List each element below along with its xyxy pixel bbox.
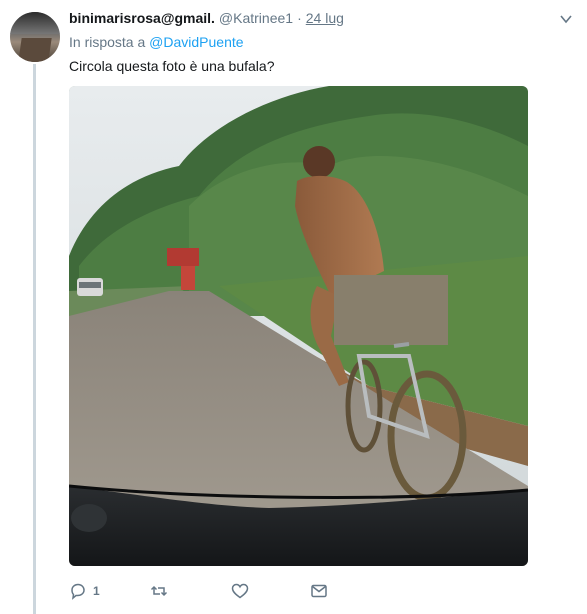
reply-prefix: In risposta a [69,34,146,50]
retweet-icon [150,585,168,597]
user-handle[interactable]: @Katrinee1 [219,10,293,26]
reply-icon [71,583,85,600]
like-button[interactable] [231,580,249,602]
reply-mention-link[interactable]: @DavidPuente [149,34,243,50]
reply-button[interactable]: 1 [69,580,100,602]
reply-context: In risposta a @DavidPuente [69,34,244,50]
tweet: binimarisrosa@gmail. @Katrinee1 · 24 lug… [0,0,587,614]
thread-line [33,64,36,614]
tweet-header: binimarisrosa@gmail. @Katrinee1 · 24 lug [69,10,344,28]
tweet-date[interactable]: 24 lug [306,10,344,26]
tweet-photo[interactable] [69,86,528,566]
avatar[interactable] [10,12,60,62]
display-name[interactable]: binimarisrosa@gmail. [69,10,215,26]
reply-count: 1 [93,584,100,598]
tweet-text: Circola questa foto è una bufala? [69,58,275,74]
retweet-button[interactable] [150,580,168,602]
chevron-down-icon[interactable] [559,12,573,26]
heart-icon [231,583,249,599]
separator: · [297,10,302,26]
direct-message-button[interactable] [310,580,328,602]
envelope-icon [311,584,327,598]
